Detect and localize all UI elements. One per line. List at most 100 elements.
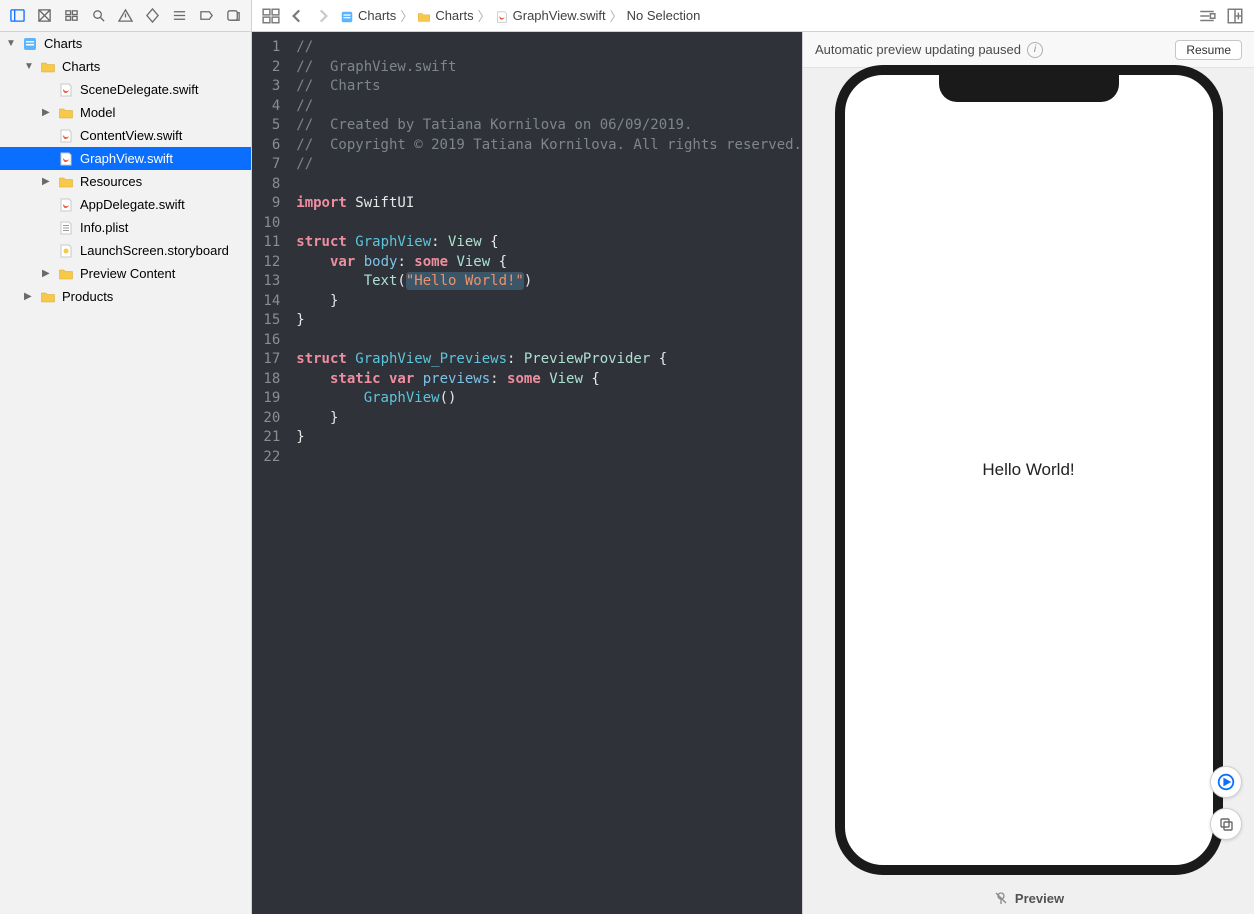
code-line[interactable]: // [296, 38, 802, 58]
breadcrumb-label: No Selection [627, 8, 701, 23]
tree-row[interactable]: Info.plist [0, 216, 251, 239]
plist-icon [58, 220, 74, 236]
code-line[interactable]: } [296, 428, 802, 448]
code-line[interactable] [296, 448, 802, 468]
tree-item-label: Products [62, 289, 113, 304]
code-line[interactable]: struct GraphView: View { [296, 233, 802, 253]
code-line[interactable] [296, 214, 802, 234]
tree-row[interactable]: LaunchScreen.storyboard [0, 239, 251, 262]
code-line[interactable]: static var previews: some View { [296, 370, 802, 390]
preview-canvas[interactable]: Hello World! [803, 68, 1254, 882]
project-icon [340, 9, 354, 23]
code-line[interactable]: // Copyright © 2019 Tatiana Kornilova. A… [296, 136, 802, 156]
swift-icon [58, 151, 74, 167]
code-line[interactable]: struct GraphView_Previews: PreviewProvid… [296, 350, 802, 370]
tree-row[interactable]: ▼ Charts [0, 32, 251, 55]
tree-item-label: Charts [62, 59, 100, 74]
editor-options-icon[interactable] [1198, 7, 1216, 25]
line-number: 8 [252, 175, 290, 195]
code-line[interactable]: // [296, 97, 802, 117]
swift-icon [58, 197, 74, 213]
tree-row[interactable]: ContentView.swift [0, 124, 251, 147]
report-navigator-icon[interactable] [226, 7, 241, 25]
code-line[interactable]: var body: some View { [296, 253, 802, 273]
disclosure-triangle-icon[interactable]: ▶ [42, 268, 52, 279]
preview-body-text: Hello World! [982, 460, 1074, 480]
line-number: 9 [252, 194, 290, 214]
code-line[interactable]: // Charts [296, 77, 802, 97]
folder-icon [58, 105, 74, 121]
code-line[interactable]: // GraphView.swift [296, 58, 802, 78]
disclosure-triangle-icon[interactable]: ▶ [24, 291, 34, 302]
editor-layout-tools [1188, 0, 1254, 31]
live-preview-button[interactable] [1210, 766, 1242, 798]
breadcrumb-item[interactable]: GraphView.swift [495, 8, 606, 23]
related-items-icon[interactable] [262, 7, 280, 25]
line-number: 3 [252, 77, 290, 97]
breadcrumb-label: Charts [435, 8, 473, 23]
folder-icon [417, 9, 431, 23]
symbol-navigator-icon[interactable] [64, 7, 79, 25]
tree-row[interactable]: AppDelegate.swift [0, 193, 251, 216]
tree-item-label: SceneDelegate.swift [80, 82, 199, 97]
disclosure-triangle-icon[interactable]: ▼ [24, 61, 34, 72]
line-number: 1 [252, 38, 290, 58]
code-body[interactable]: //// GraphView.swift// Charts//// Create… [290, 32, 802, 914]
line-gutter: 12345678910111213141516171819202122 [252, 32, 290, 914]
code-line[interactable]: // [296, 155, 802, 175]
line-number: 17 [252, 350, 290, 370]
forward-icon[interactable] [314, 7, 332, 25]
code-line[interactable]: } [296, 292, 802, 312]
tree-row[interactable]: ▶Preview Content [0, 262, 251, 285]
breakpoint-navigator-icon[interactable] [199, 7, 214, 25]
back-icon[interactable] [288, 7, 306, 25]
code-line[interactable]: } [296, 311, 802, 331]
project-navigator[interactable]: ▼ Charts ▼ Charts SceneDelegate.swift ▶ModelC… [0, 32, 252, 914]
tree-row[interactable]: SceneDelegate.swift [0, 78, 251, 101]
tree-item-label: GraphView.swift [80, 151, 173, 166]
swift-icon [58, 128, 74, 144]
add-editor-icon[interactable] [1226, 7, 1244, 25]
line-number: 15 [252, 311, 290, 331]
line-number: 13 [252, 272, 290, 292]
breadcrumb-item[interactable]: Charts [340, 8, 396, 23]
source-control-icon[interactable] [37, 7, 52, 25]
line-number: 7 [252, 155, 290, 175]
code-line[interactable]: import SwiftUI [296, 194, 802, 214]
tree-item-label: Charts [44, 36, 82, 51]
line-number: 20 [252, 409, 290, 429]
preview-footer: Preview [803, 882, 1254, 914]
tree-row[interactable]: ▶ Products [0, 285, 251, 308]
breadcrumb-label: Charts [358, 8, 396, 23]
disclosure-triangle-icon[interactable]: ▶ [42, 107, 52, 118]
debug-navigator-icon[interactable] [172, 7, 187, 25]
line-number: 2 [252, 58, 290, 78]
tree-row[interactable]: ▼ Charts [0, 55, 251, 78]
code-line[interactable] [296, 331, 802, 351]
tree-row[interactable]: ▶Resources [0, 170, 251, 193]
disclosure-triangle-icon[interactable]: ▼ [6, 38, 16, 49]
code-editor[interactable]: 12345678910111213141516171819202122 ////… [252, 32, 802, 914]
issue-navigator-icon[interactable] [118, 7, 133, 25]
line-number: 5 [252, 116, 290, 136]
breadcrumb-label: GraphView.swift [513, 8, 606, 23]
tree-row[interactable]: GraphView.swift [0, 147, 251, 170]
breadcrumb-item[interactable]: Charts [417, 8, 473, 23]
tree-row[interactable]: ▶Model [0, 101, 251, 124]
line-number: 10 [252, 214, 290, 234]
project-navigator-icon[interactable] [10, 7, 25, 25]
line-number: 11 [252, 233, 290, 253]
disclosure-triangle-icon[interactable]: ▶ [42, 176, 52, 187]
breadcrumb-item[interactable]: No Selection [627, 8, 701, 23]
code-line[interactable]: Text("Hello World!") [296, 272, 802, 292]
code-line[interactable]: GraphView() [296, 389, 802, 409]
pin-icon [993, 890, 1009, 906]
find-navigator-icon[interactable] [91, 7, 106, 25]
duplicate-preview-button[interactable] [1210, 808, 1242, 840]
code-line[interactable]: // Created by Tatiana Kornilova on 06/09… [296, 116, 802, 136]
test-navigator-icon[interactable] [145, 7, 160, 25]
resume-button[interactable]: Resume [1175, 40, 1242, 60]
code-line[interactable]: } [296, 409, 802, 429]
code-line[interactable] [296, 175, 802, 195]
info-icon[interactable]: i [1027, 42, 1043, 58]
